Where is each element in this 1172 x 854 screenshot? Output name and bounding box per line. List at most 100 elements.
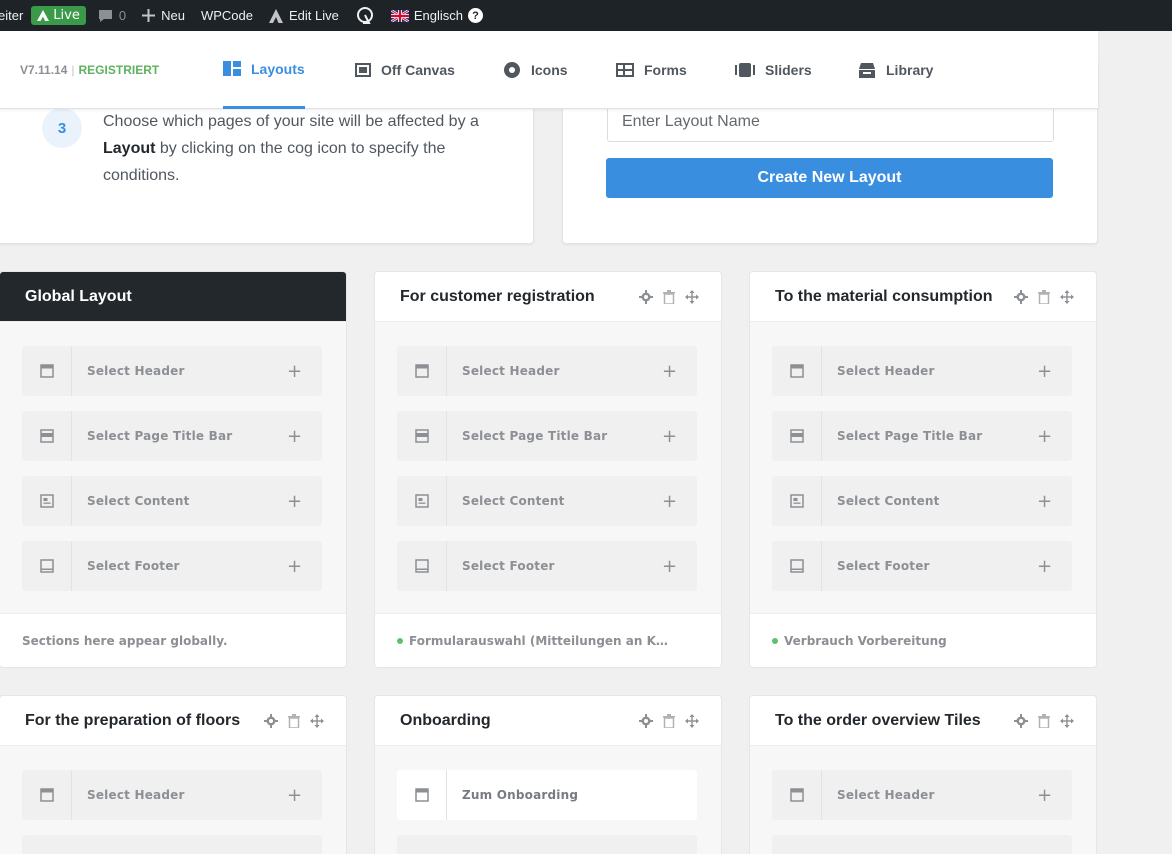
create-new-layout-button[interactable]: Create New Layout: [606, 158, 1053, 198]
add-icon[interactable]: +: [642, 491, 697, 512]
add-icon[interactable]: +: [1017, 361, 1072, 382]
section-label: Select Page Title Bar: [462, 429, 608, 443]
select-content-slot[interactable]: Select Content +: [772, 476, 1072, 526]
layout-card-header: To the order overview Tiles: [750, 696, 1096, 746]
layout-card-header: Onboarding: [375, 696, 721, 746]
layout-title: To the order overview Tiles: [775, 711, 981, 729]
wpcode-item[interactable]: WPCode: [201, 0, 253, 31]
layout-title: For customer registration: [400, 287, 595, 305]
layout-card-global: Global Layout Select Header + Select Pag…: [0, 271, 347, 668]
language-item[interactable]: Englisch ?: [390, 0, 483, 31]
select-content-slot[interactable]: Select Content +: [22, 476, 322, 526]
layout-title: Global Layout: [25, 287, 132, 305]
comments-item[interactable]: 0: [98, 0, 126, 31]
avada-top-nav: V7.11.14 | REGISTRIERT Layouts Off Canvas …: [0, 31, 1098, 109]
layout-title: For the preparation of floors: [25, 711, 241, 729]
trash-icon[interactable]: [663, 289, 675, 304]
cache-item[interactable]: [355, 0, 375, 31]
footer-section-icon: [22, 541, 72, 591]
loop-icon: [356, 6, 373, 24]
layout-sections: Select Header + Select Page Title Bar + …: [0, 322, 346, 591]
gear-icon[interactable]: [264, 713, 278, 728]
language-label: Englisch: [413, 8, 463, 23]
section-label: Select Content: [462, 494, 565, 508]
move-icon[interactable]: [1060, 713, 1074, 728]
add-icon[interactable]: +: [642, 556, 697, 577]
tab-layouts[interactable]: Layouts: [223, 31, 305, 109]
select-footer-slot[interactable]: Select Footer +: [397, 541, 697, 591]
condition-dot: [772, 637, 778, 644]
admin-bar-partial-item[interactable]: eiter: [0, 0, 23, 31]
select-content-slot[interactable]: Select Content +: [397, 476, 697, 526]
add-icon[interactable]: +: [642, 426, 697, 447]
trash-icon[interactable]: [288, 713, 300, 728]
select-header-slot[interactable]: Select Header +: [772, 346, 1072, 396]
trash-icon[interactable]: [1038, 713, 1050, 728]
assigned-header-slot[interactable]: Zum Onboarding: [397, 770, 697, 820]
live-badge[interactable]: Live: [31, 6, 86, 25]
version-info: V7.11.14 | REGISTRIERT: [20, 63, 160, 77]
add-icon[interactable]: +: [1017, 785, 1072, 806]
select-header-slot[interactable]: Select Header +: [22, 770, 322, 820]
layout-actions: [1014, 713, 1074, 728]
select-page-title-bar-slot[interactable]: Select Page Title Bar +: [397, 411, 697, 461]
gear-icon[interactable]: [639, 289, 653, 304]
tab-library[interactable]: Library: [858, 31, 933, 109]
step-number: 3: [42, 108, 82, 148]
trash-icon[interactable]: [663, 713, 675, 728]
header-section-icon: [772, 770, 822, 820]
layout-condition[interactable]: Verbrauch Vorbereitung: [784, 634, 947, 648]
add-icon[interactable]: +: [267, 785, 322, 806]
add-icon[interactable]: +: [1017, 426, 1072, 447]
admin-bar: eiter Live 0 Neu WPCode Edit Live Englis…: [0, 0, 1172, 31]
help-icon[interactable]: ?: [467, 8, 483, 23]
content-section-icon: [22, 476, 72, 526]
tab-sliders[interactable]: Sliders: [735, 31, 812, 109]
move-icon[interactable]: [685, 713, 699, 728]
add-icon[interactable]: +: [267, 556, 322, 577]
select-page-title-bar-slot[interactable]: Select Page Title Bar +: [22, 411, 322, 461]
section-label: Select Footer: [462, 559, 555, 573]
tab-label: Sliders: [765, 62, 812, 78]
tab-forms[interactable]: Forms: [616, 31, 687, 109]
layout-sections: Select Header +: [0, 746, 346, 854]
add-icon[interactable]: +: [267, 426, 322, 447]
add-icon[interactable]: +: [642, 361, 697, 382]
move-icon[interactable]: [1060, 289, 1074, 304]
section-label: Select Header: [462, 364, 560, 378]
section-label: Select Footer: [87, 559, 180, 573]
gear-icon[interactable]: [1014, 289, 1028, 304]
add-icon[interactable]: +: [267, 491, 322, 512]
forms-icon: [616, 63, 634, 77]
layout-sections: Select Header +: [750, 746, 1096, 854]
select-header-slot[interactable]: Select Header +: [772, 770, 1072, 820]
new-label: Neu: [161, 8, 185, 23]
avada-logo-icon: [37, 10, 50, 21]
add-icon[interactable]: +: [267, 361, 322, 382]
gear-icon[interactable]: [639, 713, 653, 728]
tab-label: Icons: [531, 62, 568, 78]
move-icon[interactable]: [310, 713, 324, 728]
gear-icon[interactable]: [1014, 713, 1028, 728]
add-icon[interactable]: +: [1017, 491, 1072, 512]
header-section-icon: [22, 770, 72, 820]
move-icon[interactable]: [685, 289, 699, 304]
select-page-title-bar-slot[interactable]: [22, 835, 322, 854]
tab-icons[interactable]: Icons: [503, 31, 568, 109]
select-footer-slot[interactable]: Select Footer +: [22, 541, 322, 591]
select-header-slot[interactable]: Select Header +: [397, 346, 697, 396]
new-item[interactable]: Neu: [142, 0, 185, 31]
tab-off-canvas[interactable]: Off Canvas: [355, 31, 455, 109]
edit-live-item[interactable]: Edit Live: [268, 0, 339, 31]
select-page-title-bar-slot[interactable]: Select Page Title Bar +: [772, 411, 1072, 461]
select-footer-slot[interactable]: Select Footer +: [772, 541, 1072, 591]
select-header-slot[interactable]: Select Header +: [22, 346, 322, 396]
trash-icon[interactable]: [1038, 289, 1050, 304]
select-page-title-bar-slot[interactable]: [397, 835, 697, 854]
add-icon[interactable]: +: [1017, 556, 1072, 577]
layout-sections: Zum Onboarding: [375, 746, 721, 854]
layouts-icon: [223, 61, 241, 76]
layout-condition[interactable]: Formularauswahl (Mitteilungen an K…: [409, 634, 668, 648]
step-text-after: by clicking on the cog icon to specify t…: [103, 140, 446, 184]
select-page-title-bar-slot[interactable]: [772, 835, 1072, 854]
